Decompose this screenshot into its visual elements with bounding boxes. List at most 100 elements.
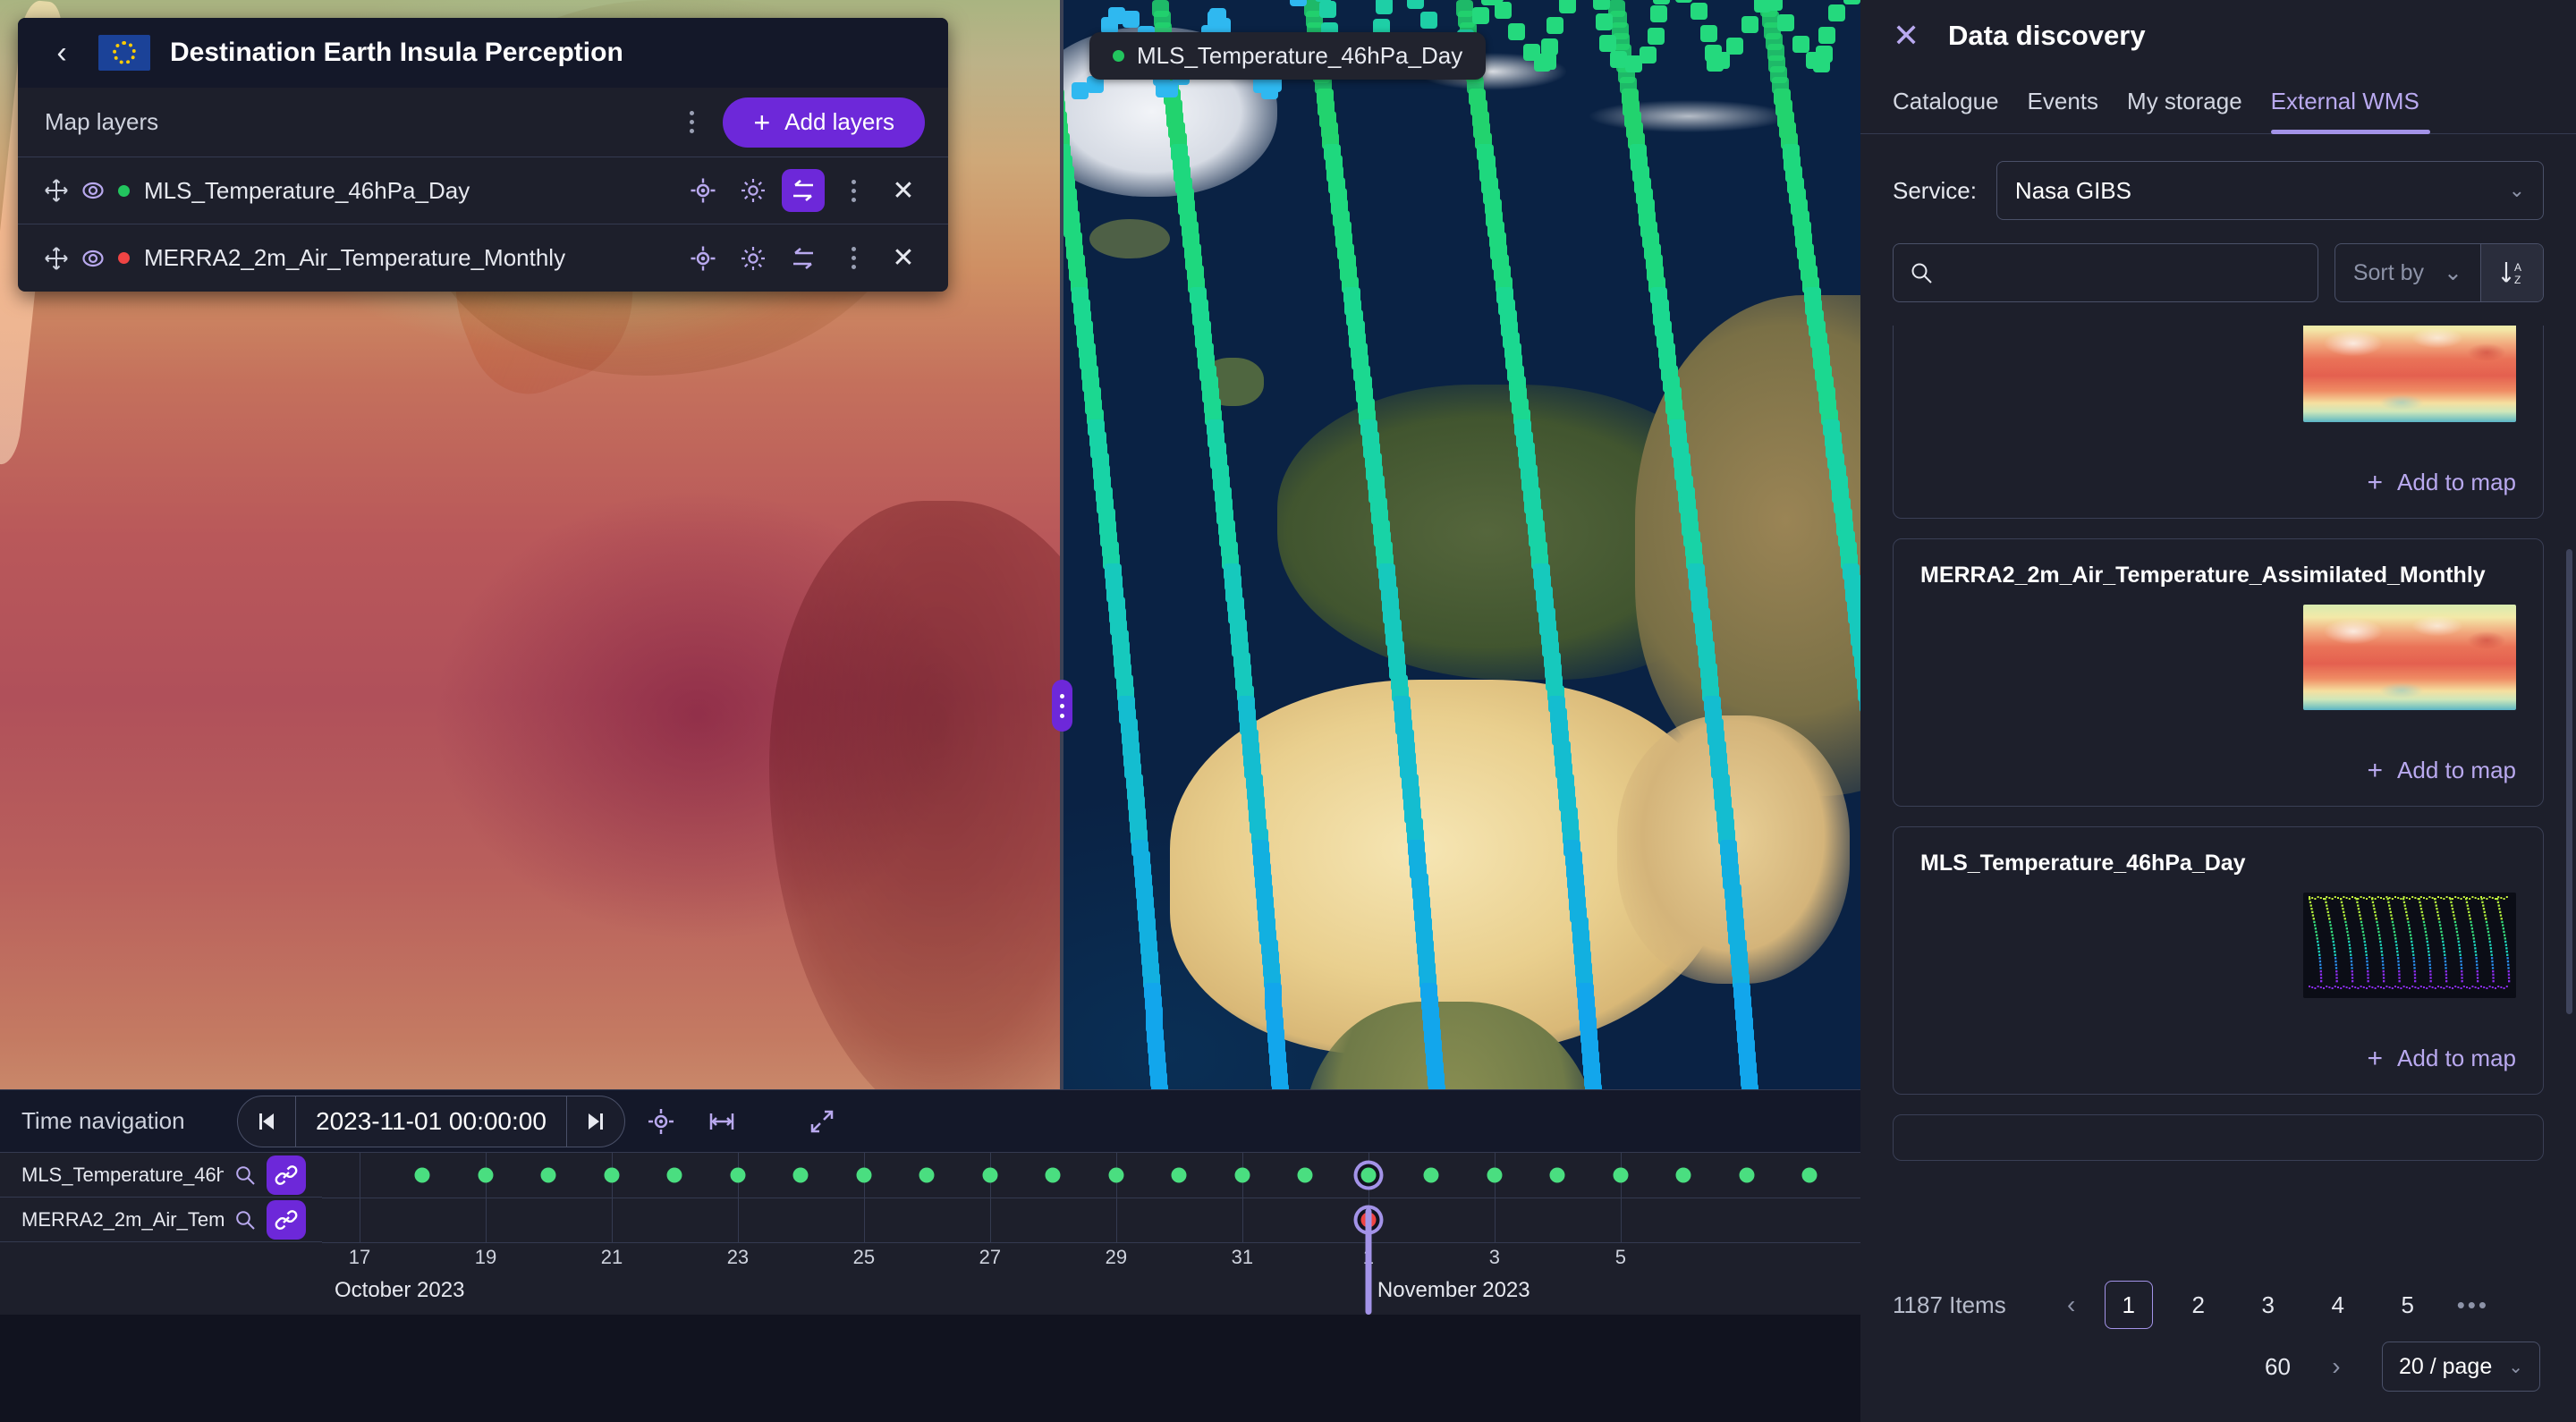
- timeline-data-point[interactable]: [1675, 1167, 1691, 1183]
- timeline-data-point[interactable]: [1423, 1167, 1439, 1183]
- link-icon[interactable]: [267, 1155, 306, 1195]
- timeline-data-point[interactable]: [414, 1167, 430, 1183]
- results-scrollbar[interactable]: [2566, 549, 2572, 1014]
- timeline-data-point[interactable]: [666, 1167, 682, 1183]
- move-handle-icon[interactable]: [45, 246, 75, 270]
- layer-status-dot: [118, 184, 130, 197]
- kebab-menu-icon[interactable]: [832, 237, 875, 280]
- timeline-data-point[interactable]: [1234, 1167, 1250, 1183]
- skip-next-icon[interactable]: [567, 1096, 624, 1147]
- timeline-data-point[interactable]: [1801, 1167, 1818, 1183]
- eye-icon[interactable]: [75, 245, 111, 272]
- pagination-page-5[interactable]: 5: [2384, 1281, 2432, 1329]
- chevron-left-icon[interactable]: ‹: [2049, 1282, 2094, 1327]
- pagination-ellipsis[interactable]: •••: [2457, 1291, 2489, 1319]
- timeline-data-point[interactable]: [1487, 1167, 1503, 1183]
- timeline-data-point[interactable]: [540, 1167, 556, 1183]
- timeline-axis-tick: 25: [852, 1246, 876, 1268]
- map-viewport[interactable]: onthly MLS_Temperature_46hPa_Day ‹ Desti…: [0, 0, 1860, 1315]
- magnifier-icon[interactable]: [234, 1164, 256, 1186]
- fit-horizontal-icon[interactable]: [697, 1096, 747, 1147]
- timeline-data-point[interactable]: [1045, 1167, 1061, 1183]
- pagination-page-4[interactable]: 4: [2314, 1281, 2362, 1329]
- close-x-icon[interactable]: ✕: [882, 237, 925, 280]
- timeline-data-point[interactable]: [604, 1167, 620, 1183]
- swap-compare-icon[interactable]: [782, 237, 825, 280]
- search-results-list[interactable]: MERRA2_2m_Air_Temperature_Monthly+Add to…: [1860, 326, 2576, 1257]
- tab-my-storage[interactable]: My storage: [2127, 73, 2271, 133]
- timeline-data-point[interactable]: [1549, 1167, 1565, 1183]
- timeline-track-area[interactable]: 1719212325272931135October 2023November …: [322, 1153, 1860, 1315]
- add-layers-label: Add layers: [784, 108, 894, 135]
- tab-catalogue[interactable]: Catalogue: [1893, 73, 2028, 133]
- timeline-data-point[interactable]: [1171, 1167, 1187, 1183]
- per-page-select[interactable]: 20 / page ⌄: [2381, 1342, 2540, 1392]
- move-handle-icon[interactable]: [45, 179, 75, 202]
- gear-icon[interactable]: [732, 169, 775, 212]
- timeline-data-point[interactable]: [856, 1167, 872, 1183]
- layer-row[interactable]: MERRA2_2m_Air_Temperature_Monthly ✕: [18, 224, 948, 292]
- pagination-page-2[interactable]: 2: [2174, 1281, 2223, 1329]
- timeline-data-point[interactable]: [1613, 1167, 1629, 1183]
- tab-external-wms[interactable]: External WMS: [2270, 73, 2448, 134]
- gear-icon[interactable]: [732, 237, 775, 280]
- chevron-down-icon: ⌄: [2444, 260, 2462, 285]
- crosshair-icon[interactable]: [682, 169, 724, 212]
- link-icon[interactable]: [267, 1199, 306, 1240]
- expand-diagonal-icon[interactable]: [797, 1096, 847, 1147]
- result-card[interactable]: MERRA2_2m_Air_Temperature_Assimilated_Mo…: [1893, 538, 2544, 807]
- add-to-map-button[interactable]: + Add to map: [2367, 469, 2516, 496]
- chevron-right-icon[interactable]: ›: [2314, 1344, 2359, 1389]
- timeline-data-point[interactable]: [1360, 1167, 1377, 1183]
- timeline-data-point[interactable]: [982, 1167, 998, 1183]
- timeline-data-point[interactable]: [919, 1167, 935, 1183]
- swap-compare-icon[interactable]: [782, 169, 825, 212]
- result-card[interactable]: MERRA2_2m_Air_Temperature_Monthly+Add to…: [1893, 326, 2544, 519]
- close-x-icon[interactable]: ✕: [1893, 20, 1925, 52]
- current-time-value[interactable]: 2023-11-01 00:00:00: [295, 1096, 567, 1147]
- pagination-page-3[interactable]: 3: [2244, 1281, 2292, 1329]
- search-box[interactable]: [1893, 243, 2318, 302]
- timeline-track-name: MLS_Temperature_46hPa_Day: [21, 1163, 224, 1186]
- tab-events[interactable]: Events: [2028, 73, 2128, 133]
- timeline-data-point[interactable]: [478, 1167, 494, 1183]
- magnifier-icon[interactable]: [234, 1209, 256, 1231]
- eye-icon[interactable]: [75, 177, 111, 204]
- result-card[interactable]: [1893, 1114, 2544, 1161]
- timeline-axis-tick: 31: [1231, 1246, 1254, 1268]
- plus-icon: +: [2367, 467, 2384, 497]
- chevron-left-icon[interactable]: ‹: [45, 36, 79, 70]
- svg-text:A: A: [2514, 261, 2521, 274]
- timeline-data-point[interactable]: [730, 1167, 746, 1183]
- service-select[interactable]: Nasa GIBS ⌄: [1996, 161, 2544, 220]
- crosshair-icon[interactable]: [682, 237, 724, 280]
- kebab-menu-icon[interactable]: [832, 169, 875, 212]
- sort-by-select[interactable]: Sort by ⌄: [2335, 244, 2480, 301]
- timeline-data-point[interactable]: [1739, 1167, 1755, 1183]
- search-input[interactable]: [1945, 260, 2301, 285]
- kebab-menu-icon[interactable]: [680, 111, 703, 133]
- timeline-track-label: MERRA2_2m_Air_Temperatur...: [0, 1198, 322, 1242]
- sort-az-descending-icon[interactable]: A Z: [2480, 244, 2543, 301]
- crosshair-icon[interactable]: [636, 1096, 686, 1147]
- service-label: Service:: [1893, 176, 1977, 204]
- result-thumbnail: [2303, 326, 2516, 422]
- skip-previous-icon[interactable]: [238, 1096, 295, 1147]
- split-drag-handle-icon[interactable]: [1052, 680, 1072, 732]
- pagination-page-1[interactable]: 1: [2104, 1281, 2153, 1329]
- result-card[interactable]: MLS_Temperature_46hPa_Day + Add to map: [1893, 826, 2544, 1095]
- timeline-data-point[interactable]: [1297, 1167, 1313, 1183]
- add-layers-button[interactable]: + Add layers: [723, 97, 925, 148]
- timeline-data-point[interactable]: [1108, 1167, 1124, 1183]
- add-to-map-button[interactable]: + Add to map: [2367, 1045, 2516, 1072]
- add-to-map-button[interactable]: + Add to map: [2367, 757, 2516, 784]
- timeline-axis-tick: 23: [726, 1246, 750, 1268]
- orbital-swath-thumbnail: [2309, 896, 2511, 989]
- layer-row[interactable]: MLS_Temperature_46hPa_Day ✕: [18, 157, 948, 224]
- eu-flag-icon: [98, 35, 150, 71]
- timeline-playhead[interactable]: [1365, 1208, 1372, 1315]
- last-page-number[interactable]: 60: [2265, 1353, 2291, 1381]
- sort-controls: Sort by ⌄ A Z: [2334, 243, 2544, 302]
- close-x-icon[interactable]: ✕: [882, 169, 925, 212]
- timeline-data-point[interactable]: [792, 1167, 809, 1183]
